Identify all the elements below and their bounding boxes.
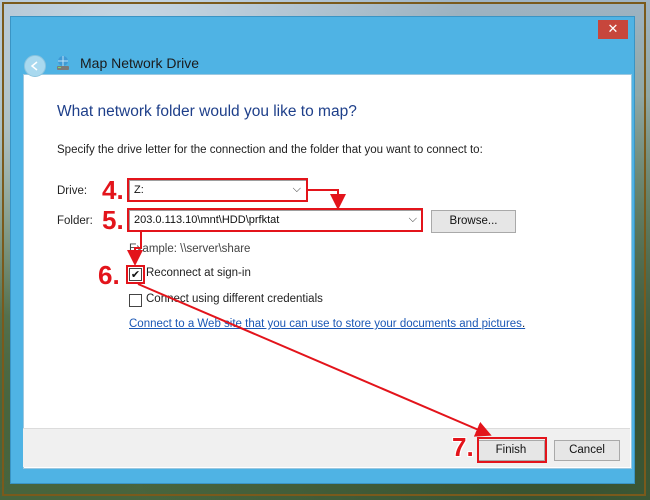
annotation-arrows bbox=[127, 189, 492, 437]
arrow-drive-to-folder bbox=[308, 189, 346, 210]
arrow-reconnect-to-finish bbox=[137, 283, 492, 437]
arrow-folder-to-reconnect bbox=[127, 232, 143, 266]
